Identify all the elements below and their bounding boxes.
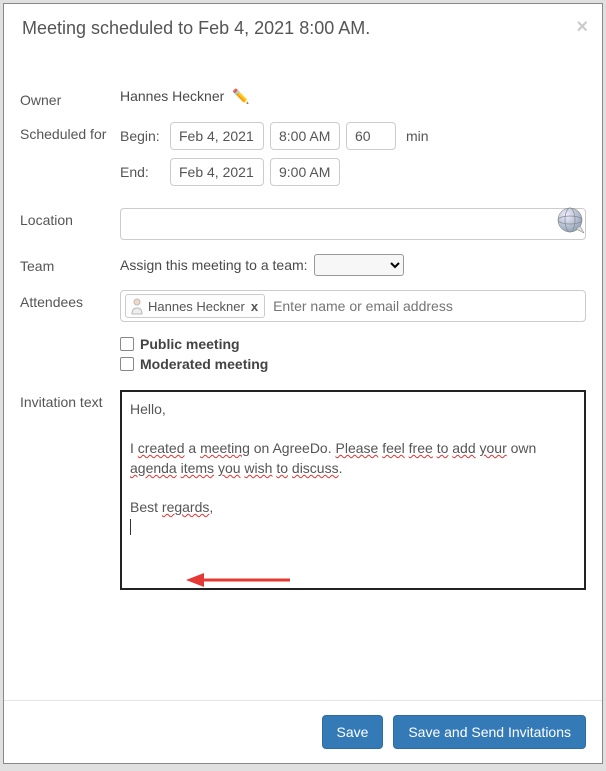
duration-input[interactable] [346, 122, 396, 150]
team-select[interactable] [314, 254, 404, 276]
modal-footer: Save Save and Send Invitations [4, 700, 602, 763]
owner-label: Owner [20, 88, 120, 108]
save-send-button[interactable]: Save and Send Invitations [393, 715, 586, 749]
scheduled-for-label: Scheduled for [20, 122, 120, 142]
location-label: Location [20, 208, 120, 228]
invitation-text-label: Invitation text [20, 390, 120, 410]
remove-attendee-icon[interactable]: x [249, 299, 260, 314]
modal-title: Meeting scheduled to Feb 4, 2021 8:00 AM… [22, 18, 370, 38]
edit-owner-icon[interactable]: ✏️ [232, 88, 249, 104]
begin-time-input[interactable] [270, 122, 340, 150]
begin-date-input[interactable] [170, 122, 264, 150]
meeting-modal: Meeting scheduled to Feb 4, 2021 8:00 AM… [3, 3, 603, 764]
attendee-chip: Hannes Heckner x [125, 294, 265, 318]
save-button[interactable]: Save [322, 715, 384, 749]
text-cursor [130, 519, 131, 535]
end-time-input[interactable] [270, 158, 340, 186]
attendee-input[interactable] [269, 294, 581, 318]
moderated-meeting-checkbox[interactable]: Moderated meeting [120, 356, 586, 372]
attendees-label: Attendees [20, 290, 120, 310]
min-label: min [406, 128, 429, 144]
team-label: Team [20, 254, 120, 274]
checkbox-icon [120, 357, 134, 371]
location-input[interactable] [120, 208, 586, 240]
close-icon[interactable]: × [576, 16, 588, 39]
owner-name: Hannes Heckner [120, 88, 224, 104]
moderated-meeting-label: Moderated meeting [140, 356, 268, 372]
team-assign-label: Assign this meeting to a team: [120, 257, 308, 273]
globe-icon[interactable] [556, 206, 586, 236]
begin-label: Begin: [120, 128, 164, 144]
end-label: End: [120, 164, 164, 180]
checkbox-icon [120, 337, 134, 351]
attendee-name: Hannes Heckner [148, 299, 245, 314]
modal-header: Meeting scheduled to Feb 4, 2021 8:00 AM… [4, 4, 602, 54]
attendees-box[interactable]: Hannes Heckner x [120, 290, 586, 322]
end-date-input[interactable] [170, 158, 264, 186]
public-meeting-label: Public meeting [140, 336, 240, 352]
public-meeting-checkbox[interactable]: Public meeting [120, 336, 586, 352]
invitation-textarea[interactable]: Hello, I created a meeting on AgreeDo. P… [120, 390, 586, 590]
owner-value: Hannes Heckner ✏️ [120, 88, 586, 105]
person-icon [130, 297, 144, 315]
modal-body: Owner Hannes Heckner ✏️ Scheduled for Be… [4, 54, 602, 700]
